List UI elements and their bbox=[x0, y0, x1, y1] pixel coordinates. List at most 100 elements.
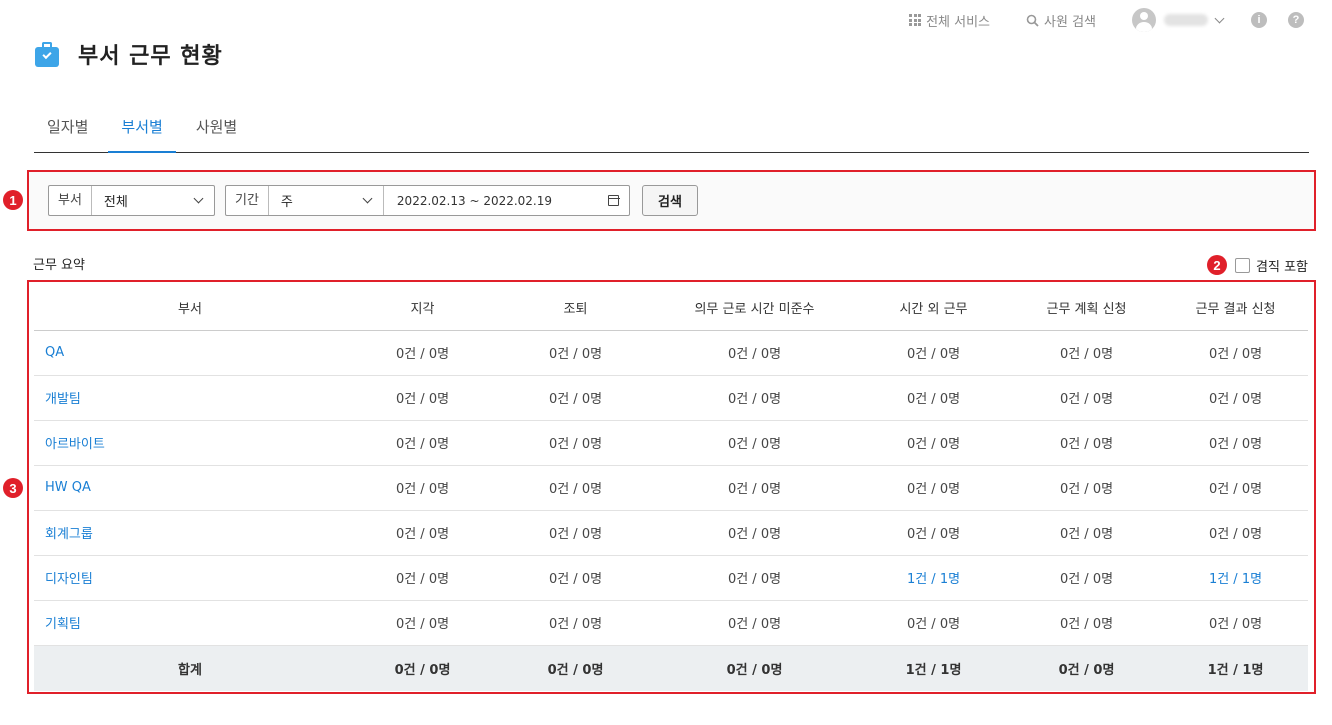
employee-search-link[interactable]: 사원 검색 bbox=[1026, 11, 1096, 30]
mandatory-hours-cell: 0건 / 0명 bbox=[652, 330, 857, 376]
overtime-cell: 0건 / 0명 bbox=[857, 510, 1010, 556]
total-overtime-cell: 1건 / 1명 bbox=[857, 645, 1010, 691]
marker-badge-1: 1 bbox=[3, 190, 23, 210]
department-link[interactable]: 개발팀 bbox=[34, 375, 346, 421]
table-row: 회계그룹 0건 / 0명 0건 / 0명 0건 / 0명 0건 / 0명 0건 … bbox=[34, 510, 1308, 556]
total-label: 합계 bbox=[34, 645, 346, 691]
work-result-cell: 0건 / 0명 bbox=[1163, 420, 1308, 466]
col-header-mandatory-hours: 의무 근로 시간 미준수 bbox=[652, 285, 857, 331]
info-icon[interactable]: i bbox=[1251, 12, 1267, 28]
table-header-row: 부서 지각 조퇴 의무 근로 시간 미준수 시간 외 근무 근무 계획 신청 근… bbox=[34, 285, 1308, 331]
work-result-cell: 0건 / 0명 bbox=[1163, 600, 1308, 646]
total-mandatory-hours-cell: 0건 / 0명 bbox=[652, 645, 857, 691]
late-cell: 0건 / 0명 bbox=[346, 420, 499, 466]
col-header-work-plan: 근무 계획 신청 bbox=[1010, 285, 1163, 331]
table-row: 아르바이트 0건 / 0명 0건 / 0명 0건 / 0명 0건 / 0명 0건… bbox=[34, 420, 1308, 466]
early-leave-cell: 0건 / 0명 bbox=[499, 330, 652, 376]
marker-badge-2: 2 bbox=[1207, 255, 1227, 275]
overtime-link[interactable]: 1건 / 1명 bbox=[857, 555, 1010, 601]
summary-table-container: 부서 지각 조퇴 의무 근로 시간 미준수 시간 외 근무 근무 계획 신청 근… bbox=[27, 280, 1316, 694]
total-work-plan-cell: 0건 / 0명 bbox=[1010, 645, 1163, 691]
work-result-cell: 0건 / 0명 bbox=[1163, 510, 1308, 556]
mandatory-hours-cell: 0건 / 0명 bbox=[652, 375, 857, 421]
total-work-result-cell: 1건 / 1명 bbox=[1163, 645, 1308, 691]
calendar-icon bbox=[607, 195, 620, 206]
grid-icon bbox=[909, 14, 922, 26]
total-early-leave-cell: 0건 / 0명 bbox=[499, 645, 652, 691]
department-filter-label: 부서 bbox=[49, 186, 92, 215]
user-menu[interactable] bbox=[1132, 8, 1225, 32]
search-button[interactable]: 검색 bbox=[642, 185, 698, 216]
tab-by-department[interactable]: 부서별 bbox=[108, 105, 176, 153]
department-link[interactable]: 기획팀 bbox=[34, 600, 346, 646]
late-cell: 0건 / 0명 bbox=[346, 330, 499, 376]
table-row: HW QA 0건 / 0명 0건 / 0명 0건 / 0명 0건 / 0명 0건… bbox=[34, 465, 1308, 511]
work-result-cell: 0건 / 0명 bbox=[1163, 465, 1308, 511]
overtime-cell: 0건 / 0명 bbox=[857, 375, 1010, 421]
department-link[interactable]: QA bbox=[34, 330, 346, 376]
view-tabs: 일자별 부서별 사원별 bbox=[34, 105, 1309, 153]
chevron-down-icon bbox=[1214, 13, 1225, 23]
summary-table: 부서 지각 조퇴 의무 근로 시간 미준수 시간 외 근무 근무 계획 신청 근… bbox=[34, 285, 1308, 691]
top-utility-bar: 전체 서비스 사원 검색 i ? bbox=[909, 8, 1304, 32]
search-icon bbox=[1026, 14, 1039, 27]
department-link[interactable]: 회계그룹 bbox=[34, 510, 346, 556]
user-name-blurred bbox=[1164, 14, 1208, 26]
work-plan-cell: 0건 / 0명 bbox=[1010, 330, 1163, 376]
overtime-cell: 0건 / 0명 bbox=[857, 420, 1010, 466]
early-leave-cell: 0건 / 0명 bbox=[499, 375, 652, 421]
include-concurrent-toggle[interactable]: 겸직 포함 bbox=[1235, 256, 1308, 275]
department-link[interactable]: 아르바이트 bbox=[34, 420, 346, 466]
help-icon[interactable]: ? bbox=[1288, 12, 1304, 28]
all-services-link[interactable]: 전체 서비스 bbox=[909, 11, 990, 30]
early-leave-cell: 0건 / 0명 bbox=[499, 510, 652, 556]
period-select[interactable]: 주 bbox=[269, 186, 384, 215]
department-link[interactable]: 디자인팀 bbox=[34, 555, 346, 601]
work-result-link[interactable]: 1건 / 1명 bbox=[1163, 555, 1308, 601]
mandatory-hours-cell: 0건 / 0명 bbox=[652, 600, 857, 646]
early-leave-cell: 0건 / 0명 bbox=[499, 600, 652, 646]
late-cell: 0건 / 0명 bbox=[346, 600, 499, 646]
department-link[interactable]: HW QA bbox=[34, 465, 346, 511]
total-late-cell: 0건 / 0명 bbox=[346, 645, 499, 691]
include-concurrent-label: 겸직 포함 bbox=[1256, 260, 1308, 275]
chevron-down-icon bbox=[362, 193, 373, 204]
overtime-cell: 0건 / 0명 bbox=[857, 600, 1010, 646]
mandatory-hours-cell: 0건 / 0명 bbox=[652, 510, 857, 556]
col-header-work-result: 근무 결과 신청 bbox=[1163, 285, 1308, 331]
tab-by-employee[interactable]: 사원별 bbox=[183, 105, 250, 153]
mandatory-hours-cell: 0건 / 0명 bbox=[652, 555, 857, 601]
work-plan-cell: 0건 / 0명 bbox=[1010, 510, 1163, 556]
mandatory-hours-cell: 0건 / 0명 bbox=[652, 465, 857, 511]
early-leave-cell: 0건 / 0명 bbox=[499, 555, 652, 601]
period-filter: 기간 주 2022.02.13 ~ 2022.02.19 bbox=[225, 185, 630, 216]
department-select-value: 전체 bbox=[103, 195, 128, 210]
col-header-late: 지각 bbox=[346, 285, 499, 331]
late-cell: 0건 / 0명 bbox=[346, 555, 499, 601]
work-plan-cell: 0건 / 0명 bbox=[1010, 600, 1163, 646]
employee-search-label: 사원 검색 bbox=[1044, 14, 1096, 30]
overtime-cell: 0건 / 0명 bbox=[857, 330, 1010, 376]
table-row: 개발팀 0건 / 0명 0건 / 0명 0건 / 0명 0건 / 0명 0건 /… bbox=[34, 375, 1308, 421]
date-range-value: 2022.02.13 ~ 2022.02.19 bbox=[396, 193, 553, 208]
page-header: 부서 근무 현황 bbox=[34, 38, 223, 70]
early-leave-cell: 0건 / 0명 bbox=[499, 420, 652, 466]
chevron-down-icon bbox=[193, 193, 204, 204]
date-range-field[interactable]: 2022.02.13 ~ 2022.02.19 bbox=[384, 186, 629, 215]
table-row: 기획팀 0건 / 0명 0건 / 0명 0건 / 0명 0건 / 0명 0건 /… bbox=[34, 600, 1308, 646]
tab-by-date[interactable]: 일자별 bbox=[34, 105, 101, 153]
col-header-early-leave: 조퇴 bbox=[499, 285, 652, 331]
page-title: 부서 근무 현황 bbox=[78, 44, 223, 69]
department-select[interactable]: 전체 bbox=[92, 186, 214, 215]
work-plan-cell: 0건 / 0명 bbox=[1010, 465, 1163, 511]
work-result-cell: 0건 / 0명 bbox=[1163, 330, 1308, 376]
col-header-department: 부서 bbox=[34, 285, 346, 331]
include-concurrent-checkbox[interactable] bbox=[1235, 258, 1251, 273]
department-filter: 부서 전체 bbox=[48, 185, 215, 216]
col-header-overtime: 시간 외 근무 bbox=[857, 285, 1010, 331]
work-plan-cell: 0건 / 0명 bbox=[1010, 555, 1163, 601]
table-row: 디자인팀 0건 / 0명 0건 / 0명 0건 / 0명 1건 / 1명 0건 … bbox=[34, 555, 1308, 601]
work-result-cell: 0건 / 0명 bbox=[1163, 375, 1308, 421]
period-select-value: 주 bbox=[280, 195, 293, 210]
briefcase-check-icon bbox=[34, 41, 60, 67]
